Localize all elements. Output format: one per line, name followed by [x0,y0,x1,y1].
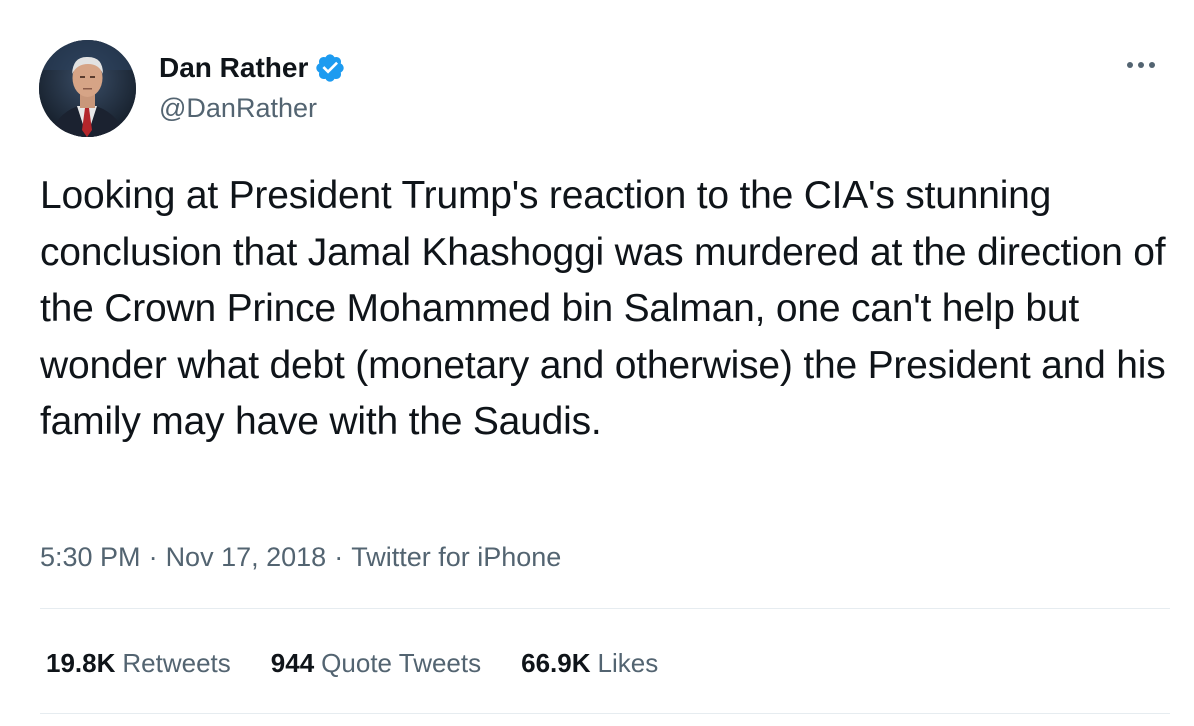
quote-tweets-count: 944 [270,648,315,678]
retweets-stat[interactable]: 19.8K Retweets [46,643,231,683]
tweet-date[interactable]: Nov 17, 2018 [166,542,327,572]
divider [40,608,1170,609]
tweet-text: Looking at President Trump's reaction to… [40,174,1166,443]
likes-label: Likes [597,648,659,678]
tweet-stats: 19.8K Retweets 944 Quote Tweets 66.9K Likes [46,643,698,683]
likes-count: 66.9K [521,648,591,678]
avatar[interactable] [39,40,136,137]
divider [40,713,1170,714]
retweets-label: Retweets [122,648,231,678]
meta-separator: · [334,542,344,572]
verified-badge-icon [314,52,346,84]
tweet-card: Dan Rather @DanRather Looking at Preside… [0,0,1194,726]
author-display-name[interactable]: Dan Rather [159,50,308,86]
more-horizontal-icon[interactable] [1124,48,1158,82]
meta-separator: · [148,542,158,572]
author-handle[interactable]: @DanRather [159,90,317,126]
author-name-row[interactable]: Dan Rather [159,50,346,86]
retweets-count: 19.8K [46,648,116,678]
likes-stat[interactable]: 66.9K Likes [521,643,658,683]
quote-tweets-label: Quote Tweets [321,648,482,678]
tweet-source[interactable]: Twitter for iPhone [351,542,561,572]
tweet-metadata: 5:30 PM · Nov 17, 2018 · Twitter for iPhone [40,537,561,577]
quote-tweets-stat[interactable]: 944 Quote Tweets [271,643,481,683]
tweet-time[interactable]: 5:30 PM [40,542,141,572]
